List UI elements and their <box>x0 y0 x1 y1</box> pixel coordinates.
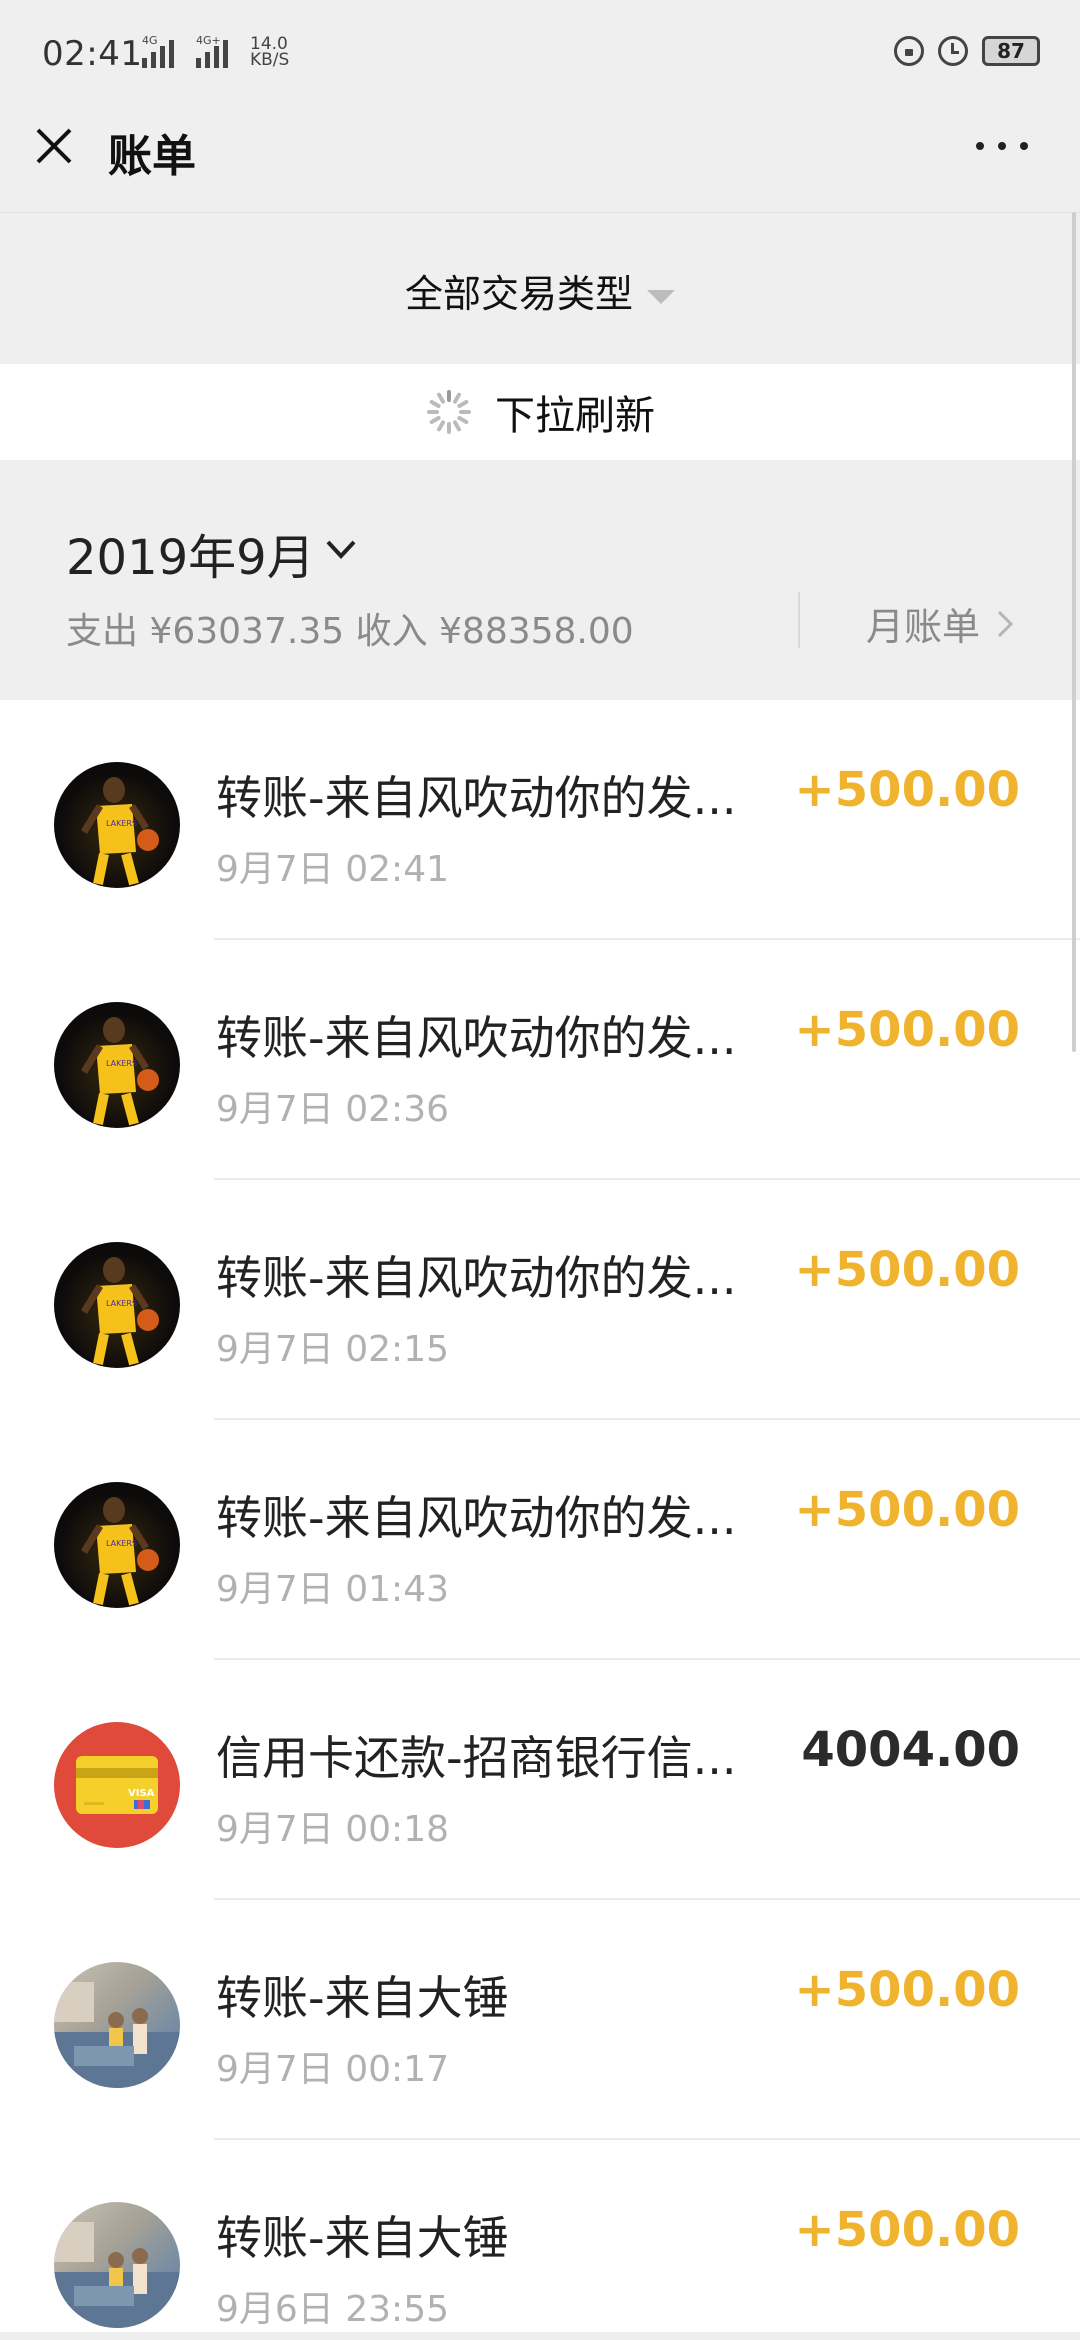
svg-text:LAKERS: LAKERS <box>106 819 137 828</box>
player-avatar: LAKERS <box>54 1242 180 1368</box>
bottom-edge <box>0 2332 1080 2340</box>
player-avatar: LAKERS <box>54 1482 180 1608</box>
transaction-row[interactable]: LAKERS 转账-来自风吹动你的发... 9月7日 02:36 +500.00 <box>0 940 1080 1180</box>
transaction-title: 信用卡还款-招商银行信... <box>216 1731 737 1785</box>
transaction-amount: +500.00 <box>794 1482 1020 1538</box>
transaction-time: 9月6日 23:55 <box>216 2289 449 2330</box>
dropdown-caret-icon <box>647 289 675 304</box>
photo-avatar <box>54 1962 180 2088</box>
transaction-row[interactable]: VISA 信用卡还款-招商银行信... 9月7日 00:18 4004.00 <box>0 1660 1080 1900</box>
page-title: 账单 <box>108 131 196 182</box>
transaction-amount: +500.00 <box>794 762 1020 818</box>
month-selector[interactable]: 2019年9月 <box>66 518 315 588</box>
network-speed: 14.0 KB/S <box>250 36 290 70</box>
filter-bar: 全部交易类型 <box>0 212 1080 364</box>
more-options-icon[interactable] <box>976 142 1028 150</box>
transaction-title: 转账-来自风吹动你的发... <box>216 1491 737 1545</box>
rotation-lock-icon <box>894 36 924 66</box>
month-summary: 支出 ¥63037.35 收入 ¥88358.00 <box>66 611 634 652</box>
network-speed-unit: KB/S <box>250 50 290 70</box>
monthly-bill-link[interactable]: 月账单 <box>866 596 1014 651</box>
month-header: 2019年9月 支出 ¥63037.35 收入 ¥88358.00 月账单 <box>0 460 1080 700</box>
scrollbar[interactable] <box>1072 212 1076 1052</box>
pull-refresh-bar: 下拉刷新 <box>0 364 1080 460</box>
svg-text:LAKERS: LAKERS <box>106 1299 137 1308</box>
transaction-title: 转账-来自风吹动你的发... <box>216 771 737 825</box>
transaction-amount: +500.00 <box>794 1242 1020 1298</box>
transaction-time: 9月7日 02:15 <box>216 1329 449 1370</box>
transaction-title: 转账-来自风吹动你的发... <box>216 1251 737 1305</box>
svg-text:VISA: VISA <box>128 1788 155 1799</box>
close-icon[interactable] <box>34 126 74 166</box>
loading-spinner-icon <box>425 388 473 436</box>
transaction-type-filter-label: 全部交易类型 <box>404 272 633 316</box>
player-avatar: LAKERS <box>54 1002 180 1128</box>
transaction-amount: 4004.00 <box>801 1722 1020 1778</box>
transaction-type-filter[interactable]: 全部交易类型 <box>0 263 1080 318</box>
status-time: 02:41 <box>42 34 143 74</box>
refresh-text: 下拉刷新 <box>495 393 655 439</box>
status-bar: 02:41 4G 4G+ 14.0 KB/S 87 <box>0 0 1080 106</box>
divider <box>798 592 800 648</box>
transaction-time: 9月7日 00:18 <box>216 1809 449 1850</box>
transaction-time: 9月7日 02:36 <box>216 1089 449 1130</box>
monthly-bill-label: 月账单 <box>866 605 981 649</box>
transaction-row[interactable]: LAKERS 转账-来自风吹动你的发... 9月7日 02:15 +500.00 <box>0 1180 1080 1420</box>
nav-bar: 账单 <box>0 106 1080 212</box>
transaction-amount: +500.00 <box>794 1002 1020 1058</box>
transaction-row[interactable]: LAKERS 转账-来自风吹动你的发... 9月7日 02:41 +500.00 <box>0 700 1080 940</box>
signal-strength-icon: 4G <box>142 34 174 68</box>
battery-indicator: 87 <box>982 36 1040 66</box>
transaction-list: LAKERS 转账-来自风吹动你的发... 9月7日 02:41 +500.00… <box>0 700 1080 2340</box>
chevron-right-icon <box>997 610 1014 637</box>
transaction-time: 9月7日 02:41 <box>216 849 449 890</box>
transaction-amount: +500.00 <box>794 2202 1020 2258</box>
transaction-title: 转账-来自风吹动你的发... <box>216 1011 737 1065</box>
svg-text:LAKERS: LAKERS <box>106 1539 137 1548</box>
chevron-down-icon[interactable] <box>324 538 358 562</box>
transaction-time: 9月7日 00:17 <box>216 2049 449 2090</box>
photo-avatar <box>54 2202 180 2328</box>
transaction-title: 转账-来自大锤 <box>216 1971 509 2025</box>
transaction-row[interactable]: 转账-来自大锤 9月7日 00:17 +500.00 <box>0 1900 1080 2140</box>
signal-strength-icon: 4G+ <box>196 34 228 68</box>
transaction-row[interactable]: 转账-来自大锤 9月6日 23:55 +500.00 <box>0 2140 1080 2340</box>
credit-card-icon: VISA <box>54 1722 180 1848</box>
signal-label: 4G+ <box>196 34 221 47</box>
transaction-amount: +500.00 <box>794 1962 1020 2018</box>
signal-label: 4G <box>142 34 158 47</box>
transaction-title: 转账-来自大锤 <box>216 2211 509 2265</box>
player-avatar: LAKERS <box>54 762 180 888</box>
transaction-row[interactable]: LAKERS 转账-来自风吹动你的发... 9月7日 01:43 +500.00 <box>0 1420 1080 1660</box>
alarm-icon <box>938 36 968 66</box>
svg-text:LAKERS: LAKERS <box>106 1059 137 1068</box>
transaction-time: 9月7日 01:43 <box>216 1569 449 1610</box>
